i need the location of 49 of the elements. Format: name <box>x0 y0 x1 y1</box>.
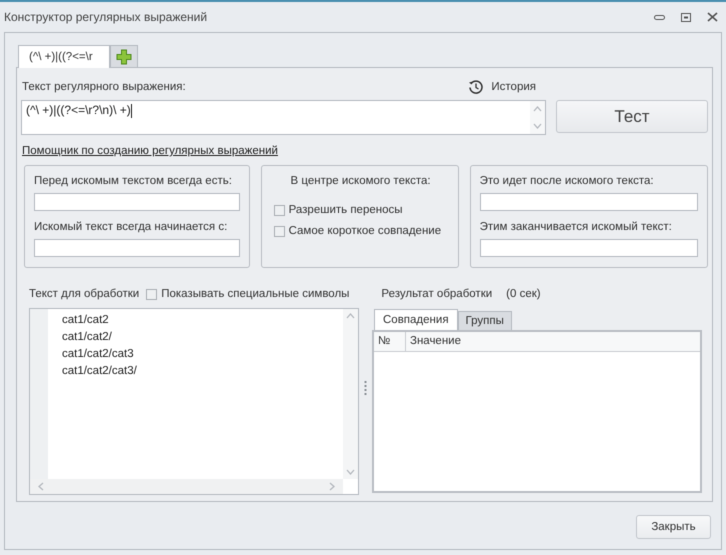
splitter-handle[interactable] <box>364 380 367 396</box>
checkbox[interactable] <box>146 288 158 300</box>
history-icon[interactable] <box>468 79 484 95</box>
input-field[interactable] <box>480 239 698 257</box>
column-header[interactable]: № <box>374 332 406 351</box>
field-label: Это идет после искомого текста: <box>480 175 655 187</box>
checkbox-label: Показывать специальные символы <box>161 288 350 300</box>
close-button[interactable]: Закрыть <box>636 515 711 539</box>
group-title: В центре искомого текста: <box>290 175 432 187</box>
input-field[interactable] <box>34 239 240 257</box>
scroll-right-icon[interactable] <box>329 482 335 491</box>
scroll-left-icon[interactable] <box>38 482 44 491</box>
text-editor[interactable]: cat1/cat2 cat1/cat2/ cat1/cat2/cat3 cat1/cat2/cat3/ <box>29 308 359 495</box>
field-label: Этим заканчивается искомый текст: <box>480 221 673 233</box>
input-field[interactable] <box>34 193 240 211</box>
option-label: Самое короткое совпадение <box>288 225 442 237</box>
checkbox[interactable] <box>274 204 285 216</box>
input-label: Текст для обработки <box>29 288 140 300</box>
regex-input[interactable]: (^\ +)|((?<=\r?\n)\ +) <box>21 100 546 135</box>
add-tab[interactable] <box>110 45 138 67</box>
window-title: Конструктор регулярных выражений <box>4 10 208 24</box>
text-line: cat1/cat2/ <box>62 330 113 345</box>
history-link[interactable]: История <box>491 81 536 93</box>
regex-text: (^\ +)|((?<=\r?\n)\ +) <box>26 103 131 117</box>
close-icon[interactable] <box>707 12 718 22</box>
text-line: cat1/cat2/cat3 <box>62 347 135 362</box>
tab[interactable]: Совпадения <box>374 309 458 330</box>
result-label: Результат обработки <box>381 288 492 300</box>
option-label: Разрешить переносы <box>288 204 402 216</box>
elapsed-time: (0 сек) <box>506 288 541 300</box>
text-line: cat1/cat2/cat3/ <box>62 364 138 379</box>
field-label: Искомый текст всегда начинается с: <box>34 221 228 233</box>
helper-link[interactable]: Помощник по созданию регулярных выражений <box>22 145 278 157</box>
scroll-down-icon[interactable] <box>346 469 355 475</box>
regex-label: Текст регулярного выражения: <box>22 81 186 93</box>
scroll-up-icon[interactable] <box>533 106 542 112</box>
tab[interactable]: Группы <box>458 311 512 330</box>
maximize-icon[interactable] <box>681 12 691 22</box>
tab[interactable]: (^\ +)|((?<=\r <box>18 45 110 68</box>
scroll-down-icon[interactable] <box>533 123 542 129</box>
column-header[interactable]: Значение <box>406 332 465 351</box>
field-label: Перед искомым текстом всегда есть: <box>34 175 233 187</box>
plus-icon <box>116 48 132 64</box>
text-line: cat1/cat2 <box>62 313 110 328</box>
checkbox[interactable] <box>274 226 285 236</box>
scroll-up-icon[interactable] <box>346 313 355 319</box>
minimize-icon[interactable] <box>654 14 665 20</box>
input-field[interactable] <box>480 193 698 211</box>
test-button[interactable]: Тест <box>556 100 708 133</box>
